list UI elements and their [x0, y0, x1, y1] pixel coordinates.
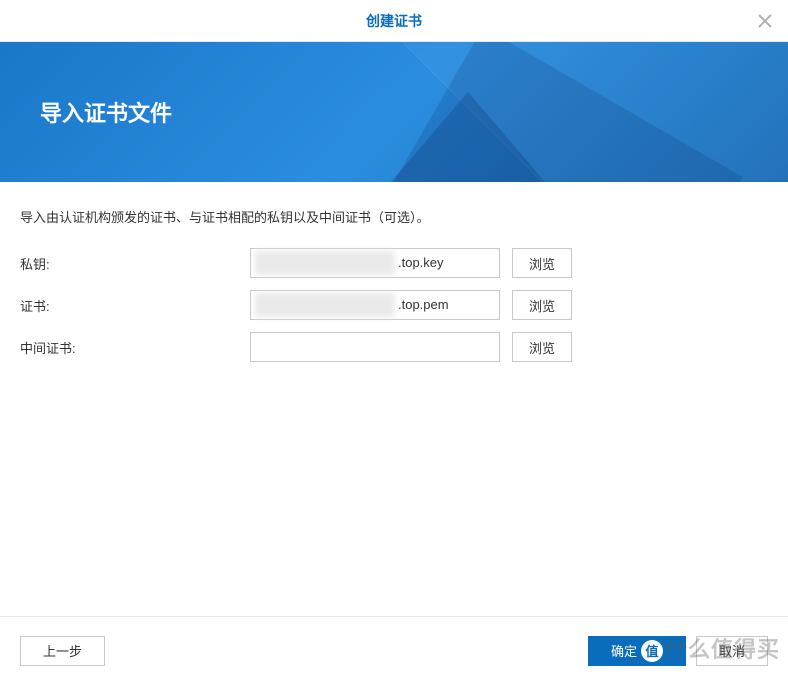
form-content: 导入由认证机构颁发的证书、与证书相配的私钥以及中间证书（可选）。 私钥: .to… — [0, 182, 788, 362]
private-key-input-wrap: .top.key — [250, 248, 500, 278]
certificate-input-wrap: .top.pem — [250, 290, 500, 320]
intermediate-input[interactable] — [250, 332, 500, 362]
certificate-input[interactable] — [250, 290, 500, 320]
ok-label: 确定 — [611, 641, 637, 660]
cancel-button[interactable]: 取消 — [696, 636, 768, 666]
ok-button[interactable]: 确定 值 — [588, 636, 686, 666]
private-key-input[interactable] — [250, 248, 500, 278]
certificate-label: 证书: — [20, 296, 250, 315]
ok-badge-icon: 值 — [641, 640, 663, 662]
private-key-row: 私钥: .top.key 浏览 — [20, 248, 768, 278]
intermediate-input-wrap — [250, 332, 500, 362]
certificate-row: 证书: .top.pem 浏览 — [20, 290, 768, 320]
intermediate-label: 中间证书: — [20, 338, 250, 357]
close-icon — [758, 14, 772, 28]
private-key-browse-button[interactable]: 浏览 — [512, 248, 572, 278]
dialog-title: 创建证书 — [366, 11, 422, 31]
intermediate-row: 中间证书: 浏览 — [20, 332, 768, 362]
banner-decoration — [348, 92, 588, 182]
banner: 导入证书文件 — [0, 42, 788, 182]
dialog-header: 创建证书 — [0, 0, 788, 42]
close-button[interactable] — [756, 12, 774, 30]
intermediate-browse-button[interactable]: 浏览 — [512, 332, 572, 362]
dialog-footer: 上一步 确定 值 取消 — [0, 616, 788, 684]
certificate-browse-button[interactable]: 浏览 — [512, 290, 572, 320]
banner-title: 导入证书文件 — [40, 96, 172, 128]
back-button[interactable]: 上一步 — [20, 636, 105, 666]
description-text: 导入由认证机构颁发的证书、与证书相配的私钥以及中间证书（可选）。 — [20, 207, 768, 226]
private-key-label: 私钥: — [20, 254, 250, 273]
